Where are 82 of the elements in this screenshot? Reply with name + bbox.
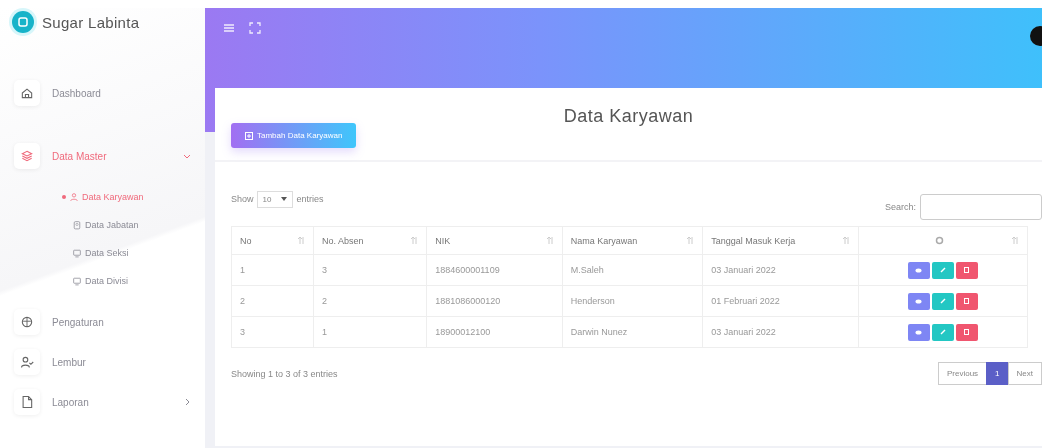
table-cell: 03 Januari 2022 [702,316,859,348]
sort-icon[interactable] [411,236,419,245]
column-header[interactable]: Tanggal Masuk Kerja [702,226,859,255]
table-cell: 2 [231,285,314,317]
table-cell: M.Saleh [562,254,703,286]
trash-icon [964,267,970,273]
chevron-down-icon [183,152,191,160]
submenu-item[interactable]: Data Divisi [0,267,205,295]
entries-label: entries [296,194,324,204]
column-header[interactable]: No. Absen [313,226,427,255]
table-cell: Henderson [562,285,703,317]
sort-icon[interactable] [842,236,850,245]
column-header[interactable]: NIK [426,226,563,255]
sort-icon[interactable] [687,236,695,245]
eye-icon [915,298,923,304]
submenu-item[interactable]: Data Karyawan [0,183,205,211]
person-check-icon [20,355,34,369]
monitor-icon [72,276,82,286]
document-icon [20,395,34,409]
view-button[interactable] [907,323,930,341]
page-button[interactable]: Next [1007,362,1042,385]
table-cell: 03 Januari 2022 [702,254,859,286]
table-cell: 3 [231,316,314,348]
trash-icon [964,329,970,335]
page-button[interactable]: 1 [986,362,1009,385]
table-cell: 01 Februari 2022 [702,285,859,317]
sidebar-item[interactable]: Data Master [0,136,205,176]
column-header[interactable] [858,226,1028,255]
person-icon [69,192,79,202]
fullscreen-icon[interactable] [249,22,261,34]
table-cell: 1884600001109 [426,254,563,286]
submenu-item[interactable]: Data Seksi [0,239,205,267]
table-cell: Darwin Nunez [562,316,703,348]
caret-down-icon [281,197,288,201]
sort-icon[interactable] [298,236,305,245]
delete-button[interactable] [955,292,978,310]
sort-icon[interactable] [1012,236,1019,245]
page-title: Data Karyawan [562,106,695,127]
eye-icon [915,329,923,335]
table-info: Showing 1 to 3 of 3 entries [231,368,338,379]
chevron-right-icon [183,398,191,406]
menu-icon[interactable] [223,22,235,34]
house-icon [20,86,34,100]
delete-button[interactable] [955,261,978,279]
edit-button[interactable] [931,292,954,310]
sort-icon[interactable] [546,236,554,245]
search-label: Search: [884,202,916,212]
plus-square-icon [245,131,253,140]
entries-select[interactable]: 10 [256,190,294,208]
table-cell: 1881086000120 [426,285,563,317]
brand-logo-icon [12,11,34,33]
sidebar-item[interactable]: Lembur [0,342,205,382]
table-cell: 2 [313,285,427,317]
edit-button[interactable] [931,323,954,341]
pencil-icon [939,267,946,273]
submenu-item[interactable]: Data Jabatan [0,211,205,239]
brand-name: Sugar Labinta [42,13,140,31]
delete-button[interactable] [955,323,978,341]
id-card-icon [72,220,82,230]
column-header[interactable]: Nama Karyawan [562,226,703,255]
view-button[interactable] [907,292,930,310]
search-field[interactable] [920,194,1042,220]
trash-icon [964,298,970,304]
table-cell: 3 [313,254,427,286]
monitor-icon [72,248,82,258]
sidebar-item[interactable]: Pengaturan [0,302,205,342]
add-button[interactable]: Tambah Data Karyawan [231,123,357,148]
column-header[interactable]: No [231,226,314,255]
pencil-icon [939,329,946,335]
table-cell: 1 [231,254,314,286]
sidebar-item[interactable]: Dashboard [0,73,205,113]
layers-icon [20,149,34,163]
active-dot-icon [62,195,66,199]
page-button[interactable]: Previous [937,362,988,385]
sidebar-item[interactable]: Laporan [0,382,205,422]
pencil-icon [939,298,946,304]
eye-icon [915,267,923,273]
view-button[interactable] [907,261,930,279]
edit-button[interactable] [931,261,954,279]
show-label: Show [231,194,254,204]
table-cell: 1 [313,316,427,348]
table-cell: 18900012100 [426,316,563,348]
